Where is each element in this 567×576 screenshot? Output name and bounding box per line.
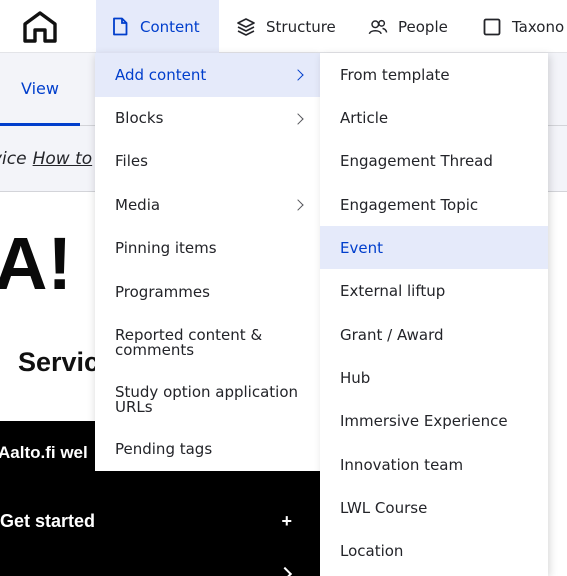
add-content-submenu: From template Article Engagement Thread … — [320, 53, 548, 576]
get-started-label: Get started — [0, 510, 96, 531]
chevron-right-icon — [292, 69, 304, 81]
layers-icon — [236, 17, 256, 37]
submenu-item-location[interactable]: Location — [320, 529, 548, 572]
content-menu: Add content Blocks Files Media Pinning i… — [95, 53, 320, 471]
menu-item-label: Programmes — [115, 282, 210, 301]
notice-link[interactable]: How to — [33, 149, 93, 169]
toolbar-content[interactable]: Content — [96, 0, 219, 53]
chevron-right-icon — [292, 199, 304, 211]
toolbar-people[interactable]: People — [368, 0, 448, 53]
submenu-item-event[interactable]: Event — [320, 226, 548, 269]
home-button[interactable] — [0, 0, 80, 53]
menu-item-label: Reported content & comments — [115, 325, 263, 359]
menu-item-pending-tags[interactable]: Pending tags — [95, 428, 320, 471]
page-subheading: Servic — [18, 347, 100, 377]
panel-title: Aalto.fi wel — [0, 443, 88, 462]
page-heading: A! — [0, 222, 73, 305]
submenu-item-hub[interactable]: Hub — [320, 356, 548, 399]
menu-item-label: Pending tags — [115, 440, 213, 458]
submenu-item-immersive-experience[interactable]: Immersive Experience — [320, 399, 548, 442]
submenu-item-grant-award[interactable]: Grant / Award — [320, 313, 548, 356]
toolbar-structure[interactable]: Structure — [236, 0, 336, 53]
menu-item-blocks[interactable]: Blocks — [95, 97, 320, 140]
submenu-item-lwl-course[interactable]: LWL Course — [320, 486, 548, 529]
menu-item-label: Files — [115, 152, 148, 170]
menu-item-media[interactable]: Media — [95, 183, 320, 227]
menu-item-add-content[interactable]: Add content — [95, 53, 320, 97]
menu-item-label: Blocks — [115, 109, 164, 127]
submenu-item-innovation-team[interactable]: Innovation team — [320, 443, 548, 486]
get-started-row[interactable]: Get started + — [0, 506, 300, 536]
submenu-item-from-template[interactable]: From template — [320, 53, 548, 96]
square-icon — [482, 17, 502, 37]
home-icon — [23, 10, 57, 43]
toolbar-taxonomy[interactable]: Taxono — [482, 0, 564, 53]
submenu-item-article[interactable]: Article — [320, 96, 548, 139]
toolbar-people-label: People — [398, 17, 448, 36]
submenu-item-external-liftup[interactable]: External liftup — [320, 269, 548, 312]
plus-icon: + — [281, 510, 292, 531]
menu-item-label: Add content — [115, 65, 207, 84]
admin-toolbar: Content Structure People Taxono — [0, 0, 567, 53]
menu-item-reported-content[interactable]: Reported content & comments — [95, 314, 320, 371]
notice-text: vice — [0, 148, 27, 169]
menu-item-study-option-urls[interactable]: Study option application URLs — [95, 371, 320, 428]
toolbar-structure-label: Structure — [266, 17, 336, 36]
tab-view[interactable]: View — [0, 53, 80, 126]
submenu-item-engagement-topic[interactable]: Engagement Topic — [320, 183, 548, 226]
menu-item-pinning-items[interactable]: Pinning items — [95, 227, 320, 270]
menu-item-label: Study option application URLs — [115, 382, 299, 416]
document-icon — [110, 17, 130, 37]
chevron-right-icon — [277, 566, 293, 576]
menu-item-programmes[interactable]: Programmes — [95, 270, 320, 314]
chevron-right-icon — [292, 112, 304, 125]
menu-item-label: Pinning items — [115, 239, 217, 257]
menu-item-label: Media — [115, 195, 161, 214]
toolbar-taxonomy-label: Taxono — [512, 17, 565, 36]
menu-item-files[interactable]: Files — [95, 140, 320, 183]
submenu-item-engagement-thread[interactable]: Engagement Thread — [320, 139, 548, 182]
toolbar-content-label: Content — [140, 17, 200, 36]
people-icon — [368, 17, 388, 37]
